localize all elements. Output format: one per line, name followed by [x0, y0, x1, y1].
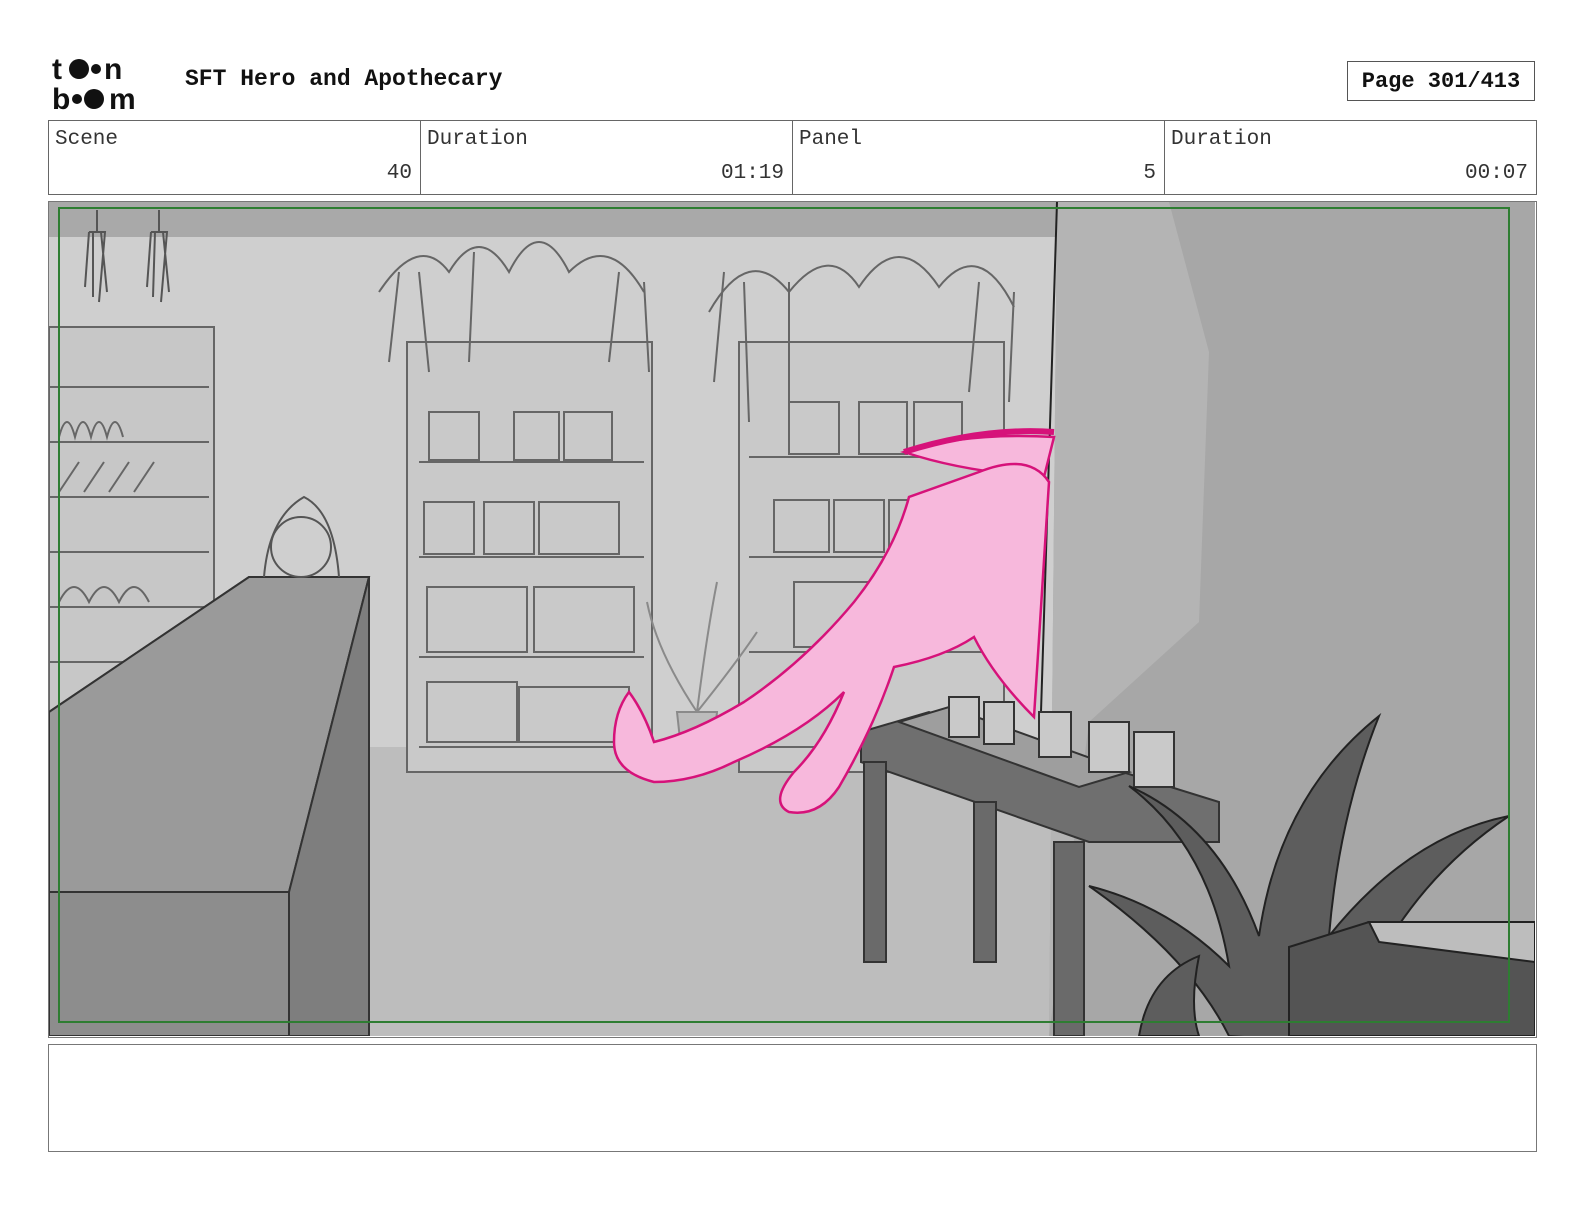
svg-text:t: t — [52, 53, 62, 86]
scene-cell: Scene 40 — [49, 121, 421, 194]
panel-label: Panel — [799, 128, 863, 151]
panel-duration-value: 00:07 — [1464, 162, 1528, 185]
scene-duration-label: Duration — [427, 128, 528, 151]
panel-duration-label: Duration — [1171, 128, 1272, 151]
page-indicator: Page 301/413 — [1347, 61, 1535, 101]
svg-text:n: n — [104, 53, 122, 86]
page-label: Page 301/413 — [1361, 68, 1521, 94]
storyboard-panel — [48, 201, 1537, 1038]
svg-text:m: m — [109, 83, 136, 112]
panel-notes-box[interactable] — [48, 1044, 1537, 1152]
panel-artwork — [49, 202, 1535, 1036]
scene-duration-value: 01:19 — [720, 162, 784, 185]
panel-duration-cell: Duration 00:07 — [1165, 121, 1536, 194]
foreground-box — [1288, 921, 1535, 1036]
panel-info-table: Scene 40 Duration 01:19 Panel 5 Duration… — [48, 120, 1537, 195]
scene-value: 40 — [386, 162, 412, 185]
panel-value: 5 — [1143, 162, 1156, 185]
scene-duration-cell: Duration 01:19 — [421, 121, 793, 194]
scene-label: Scene — [55, 128, 119, 151]
toon-boom-logo: t n b m — [52, 53, 136, 112]
svg-text:b: b — [52, 83, 70, 112]
document-title: SFT Hero and Apothecary — [185, 66, 503, 92]
panel-cell: Panel 5 — [793, 121, 1165, 194]
